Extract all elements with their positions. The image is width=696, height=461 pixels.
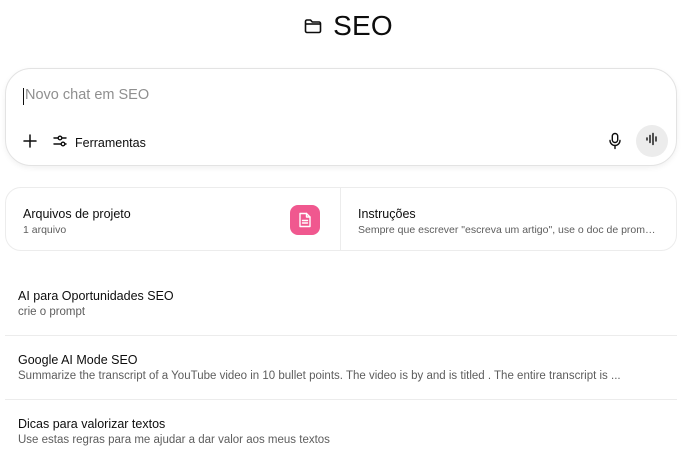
chat-item[interactable]: Google AI Mode SEO Summarize the transcr… (5, 336, 677, 400)
voice-waveform-icon (645, 132, 659, 151)
instructions-title: Instruções (358, 207, 416, 221)
project-header: SEO (0, 10, 696, 42)
project-title: SEO (333, 10, 393, 41)
voice-mode-button[interactable] (636, 125, 668, 157)
tools-label: Ferramentas (75, 136, 146, 150)
project-cards: Arquivos de projeto 1 arquivo Instruções… (5, 187, 677, 251)
document-icon (290, 205, 320, 235)
chat-title: Google AI Mode SEO (18, 353, 138, 367)
project-files-title: Arquivos de projeto (23, 207, 131, 221)
sliders-icon (52, 133, 68, 154)
chat-item[interactable]: Dicas para valorizar textos Use estas re… (5, 400, 677, 461)
tools-button[interactable]: Ferramentas (52, 131, 146, 155)
project-files-count: 1 arquivo (23, 224, 67, 236)
folder-icon (303, 16, 323, 36)
chat-title: Dicas para valorizar textos (18, 417, 166, 431)
dictate-button[interactable] (603, 131, 627, 155)
plus-icon (22, 133, 38, 154)
mic-icon (607, 132, 623, 155)
project-chat-list: AI para Oportunidades SEO crie o prompt … (5, 272, 677, 461)
chat-preview: crie o prompt (18, 306, 86, 318)
new-chat-input[interactable] (23, 86, 643, 108)
chat-title: AI para Oportunidades SEO (18, 289, 174, 303)
chat-item[interactable]: AI para Oportunidades SEO crie o prompt (5, 272, 677, 336)
add-attachment-button[interactable] (18, 131, 42, 155)
instructions-card[interactable]: Instruções Sempre que escrever "escreva … (341, 188, 676, 250)
chat-preview: Use estas regras para me ajudar a dar va… (18, 434, 330, 446)
project-files-card[interactable]: Arquivos de projeto 1 arquivo (6, 188, 341, 250)
chat-composer: Novo chat em SEO Ferramentas (5, 68, 677, 166)
chat-preview: Summarize the transcript of a YouTube vi… (18, 370, 621, 382)
instructions-preview: Sempre que escrever "escreva um artigo",… (358, 224, 658, 236)
